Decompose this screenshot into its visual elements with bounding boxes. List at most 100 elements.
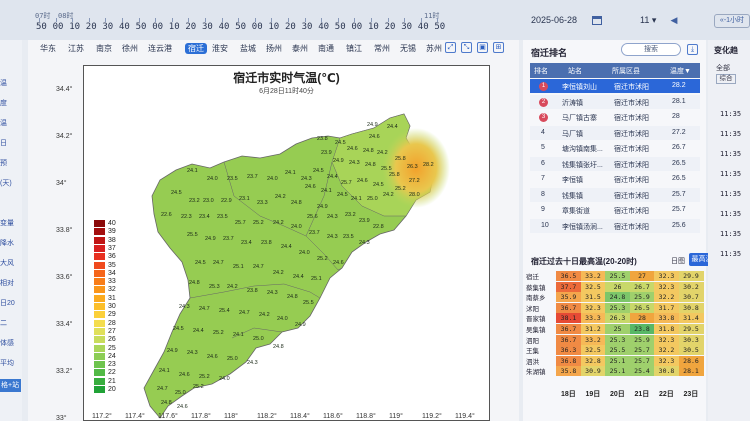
station-temp-label[interactable]: 25.5 bbox=[187, 232, 198, 238]
history-cell[interactable]: 30.9 bbox=[580, 366, 606, 377]
history-cell[interactable]: 36.7 bbox=[556, 302, 581, 313]
history-cell[interactable]: 32.8 bbox=[580, 355, 606, 366]
station-temp-label[interactable]: 24.1 bbox=[187, 168, 198, 174]
history-cell[interactable]: 30.8 bbox=[654, 366, 679, 377]
sidebar-item[interactable]: 相对 bbox=[0, 278, 14, 288]
tab-day-chart[interactable]: 日图 bbox=[671, 256, 685, 266]
station-temp-label[interactable]: 24.4 bbox=[193, 328, 204, 334]
col-rank[interactable]: 排名 bbox=[534, 66, 548, 76]
station-temp-label[interactable]: 24.6 bbox=[333, 260, 344, 266]
station-temp-label[interactable]: 24.3 bbox=[301, 176, 312, 182]
tab-city-1[interactable]: 江苏 bbox=[68, 43, 84, 54]
station-temp-label[interactable]: 24.2 bbox=[275, 194, 286, 200]
history-cell[interactable]: 32.3 bbox=[654, 355, 679, 366]
history-cell[interactable]: 23.8 bbox=[629, 324, 655, 334]
station-temp-label[interactable]: 25.2 bbox=[317, 256, 328, 262]
station-temp-label[interactable]: 25.0 bbox=[227, 356, 238, 362]
table-row[interactable]: 1 李恒镇刘山 宿迁市沭阳 28.2 bbox=[530, 79, 700, 93]
station-temp-label[interactable]: 22.6 bbox=[161, 212, 172, 218]
station-temp-label[interactable]: 24.5 bbox=[195, 260, 206, 266]
history-cell[interactable]: 25.3 bbox=[605, 334, 630, 345]
station-temp-label[interactable]: 24.2 bbox=[259, 312, 270, 318]
history-cell[interactable]: 25.4 bbox=[629, 366, 655, 377]
history-cell[interactable]: 38.1 bbox=[556, 313, 581, 324]
station-temp-label[interactable]: 24.6 bbox=[179, 372, 190, 378]
date-field[interactable]: 2025-06-28 bbox=[531, 15, 577, 25]
history-cell[interactable]: 25.1 bbox=[605, 355, 630, 366]
history-cell[interactable]: 29.9 bbox=[678, 271, 704, 281]
station-temp-label[interactable]: 24.4 bbox=[281, 244, 292, 250]
timeline-tick[interactable]: 20 bbox=[185, 22, 196, 32]
station-temp-label[interactable]: 24.2 bbox=[377, 150, 388, 156]
station-temp-label[interactable]: 24.3 bbox=[179, 304, 190, 310]
history-cell[interactable]: 32.3 bbox=[580, 302, 606, 313]
station-temp-label[interactable]: 24.2 bbox=[227, 284, 238, 290]
station-temp-label[interactable]: 23.5 bbox=[227, 176, 238, 182]
timeline-tick[interactable]: 40 bbox=[219, 22, 230, 32]
history-cell[interactable]: 35.8 bbox=[556, 366, 581, 377]
station-temp-label[interactable]: 24.5 bbox=[337, 192, 348, 198]
station-temp-label[interactable]: 24.4 bbox=[293, 274, 304, 280]
station-temp-label[interactable]: 24.8 bbox=[273, 344, 284, 350]
timeline-tick[interactable]: 50 bbox=[136, 22, 147, 32]
station-temp-label[interactable]: 24.1 bbox=[351, 196, 362, 202]
timeline-tick[interactable]: 20 bbox=[86, 22, 97, 32]
tab-city-12[interactable]: 常州 bbox=[374, 43, 390, 54]
history-cell[interactable]: 36.5 bbox=[556, 271, 581, 281]
station-temp-label[interactable]: 24.9 bbox=[167, 348, 178, 354]
tab-city-9[interactable]: 泰州 bbox=[292, 43, 308, 54]
col-temp[interactable]: 温度▼ bbox=[670, 66, 691, 76]
table-row[interactable]: 4 马厂镇 宿迁市沭阳 27.2 bbox=[530, 125, 700, 140]
station-temp-label[interactable]: 25.2 bbox=[193, 384, 204, 390]
station-temp-label[interactable]: 25.6 bbox=[307, 214, 318, 220]
sidebar-item[interactable]: 体感 bbox=[0, 338, 14, 348]
station-temp-label[interactable]: 23.8 bbox=[317, 136, 328, 142]
station-temp-label[interactable]: 24.3 bbox=[267, 290, 278, 296]
history-cell[interactable]: 25.5 bbox=[605, 345, 630, 356]
timeline-tick[interactable]: 50 bbox=[434, 22, 445, 32]
station-temp-label[interactable]: 24.8 bbox=[189, 280, 200, 286]
station-temp-label[interactable]: 24.2 bbox=[273, 220, 284, 226]
station-temp-label[interactable]: 23.4 bbox=[241, 240, 252, 246]
col-station[interactable]: 站名 bbox=[568, 66, 582, 76]
station-temp-label[interactable]: 25.7 bbox=[341, 180, 352, 186]
station-temp-label[interactable]: 23.9 bbox=[321, 150, 332, 156]
table-row[interactable]: 2 沂涛镇 宿迁市沭阳 28.1 bbox=[530, 94, 700, 109]
station-temp-label[interactable]: 25.2 bbox=[199, 374, 210, 380]
sidebar-item[interactable]: 温 bbox=[0, 118, 7, 128]
timeline-tick[interactable]: 30 bbox=[202, 22, 213, 32]
station-temp-label[interactable]: 24.3 bbox=[327, 234, 338, 240]
timeline-tick[interactable]: 50 bbox=[235, 22, 246, 32]
table-row[interactable]: 8 钱集镇 宿迁市沭阳 25.7 bbox=[530, 187, 700, 202]
play-back-icon[interactable]: ◀ bbox=[667, 14, 681, 28]
station-temp-label[interactable]: 24.1 bbox=[159, 368, 170, 374]
station-temp-label[interactable]: 28.0 bbox=[409, 192, 420, 198]
timeline-tick[interactable]: 20 bbox=[385, 22, 396, 32]
history-cell[interactable]: 26.7 bbox=[629, 281, 655, 292]
station-temp-label[interactable]: 24.9 bbox=[295, 322, 306, 328]
history-cell[interactable]: 36.3 bbox=[556, 345, 581, 356]
tab-city-14[interactable]: 苏州 bbox=[426, 43, 442, 54]
calendar-icon[interactable] bbox=[592, 16, 602, 25]
tab-city-3[interactable]: 徐州 bbox=[122, 43, 138, 54]
timeline-tick[interactable]: 50 bbox=[335, 22, 346, 32]
history-cell[interactable]: 30.3 bbox=[678, 334, 704, 345]
tab-city-7[interactable]: 盐城 bbox=[240, 43, 256, 54]
station-temp-label[interactable]: 24.3 bbox=[359, 240, 370, 246]
station-temp-label[interactable]: 25.5 bbox=[303, 300, 314, 306]
station-temp-label[interactable]: 24.0 bbox=[207, 176, 218, 182]
station-temp-label[interactable]: 24.6 bbox=[207, 354, 218, 360]
timeline-tick[interactable]: 00 bbox=[53, 22, 64, 32]
station-temp-label[interactable]: 24.6 bbox=[347, 146, 358, 152]
station-temp-label[interactable]: 23.5 bbox=[343, 234, 354, 240]
station-temp-label[interactable]: 24.9 bbox=[317, 204, 328, 210]
station-temp-label[interactable]: 23.2 bbox=[345, 212, 356, 218]
station-temp-label[interactable]: 28.2 bbox=[423, 162, 434, 168]
table-row[interactable]: 10 李恒镇汤涧... 宿迁市沭阳 25.6 bbox=[530, 218, 700, 233]
trend-all-label[interactable]: 全部 bbox=[716, 63, 730, 73]
station-temp-label[interactable]: 23.9 bbox=[359, 218, 370, 224]
history-cell[interactable]: 37.7 bbox=[556, 281, 581, 292]
station-temp-label[interactable]: 23.4 bbox=[199, 214, 210, 220]
station-temp-label[interactable]: 23.8 bbox=[261, 240, 272, 246]
tab-city-10[interactable]: 南通 bbox=[318, 43, 334, 54]
